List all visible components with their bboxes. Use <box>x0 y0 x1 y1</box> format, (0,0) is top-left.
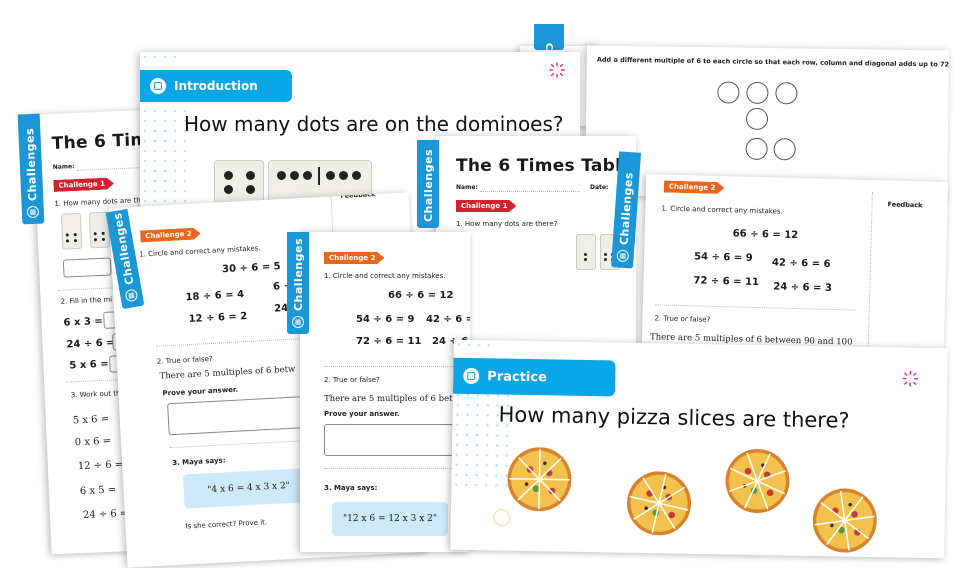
pizza-image <box>507 447 572 512</box>
domino <box>576 234 596 270</box>
maya-speech-bubble: "4 x 6 = 4 x 3 x 2" <box>183 468 315 509</box>
sparkle-icon <box>901 370 919 388</box>
calculator-icon: ▦ <box>616 249 629 262</box>
maya-speech-bubble: "12 x 6 = 12 x 3 x 2" <box>332 502 448 536</box>
worksheet-title: The 6 Times Table <box>456 156 633 176</box>
calculator-icon: ▦ <box>124 288 138 302</box>
challenges-tab-label: Challenges <box>292 238 305 311</box>
challenge2-ribbon: Challenge 2 <box>140 227 201 242</box>
slide-question: How many pizza slices are there? <box>498 402 849 432</box>
answer-circle[interactable] <box>746 82 768 104</box>
challenges-tab-label: Challenges <box>617 172 635 246</box>
question-1: 1. Circle and correct any mistakes. <box>661 204 783 215</box>
name-label: Name: <box>456 184 478 191</box>
decor-circle-outline <box>493 508 511 526</box>
challenges-tab: Challenges ▦ <box>287 232 309 334</box>
question-2: 2. True or false? <box>654 314 710 323</box>
challenges-tab-partial: C <box>534 24 564 50</box>
equation[interactable]: 54 ÷ 6 = 9 <box>356 314 415 325</box>
equation[interactable]: 66 ÷ 6 = 12 <box>733 228 799 241</box>
challenges-tab-label: Challenges <box>23 128 39 202</box>
fill-equation: 24 ÷ 6 = <box>66 337 115 350</box>
equation[interactable]: 42 ÷ 6 = 6 <box>772 257 831 270</box>
worksheet-challenge2-b: Challenge 2 1. Circle and correct any mi… <box>300 232 470 552</box>
question-2: 2. True or false? <box>324 376 380 384</box>
work-equation: 12 ÷ 6 = <box>78 459 124 472</box>
equation[interactable]: 66 ÷ 6 = 12 <box>388 290 453 301</box>
practice-banner: Practice <box>453 358 616 397</box>
challenge2-ribbon: Challenge 2 <box>324 252 384 264</box>
challenges-tab: Challenges <box>417 140 439 228</box>
divider <box>324 366 470 367</box>
question-2: 2. True or false? <box>157 355 213 366</box>
fill-equation: 6 x 3 = <box>63 316 103 329</box>
domino <box>61 213 83 250</box>
dot-pattern <box>454 340 494 353</box>
question-1: 1. Circle and correct any mistakes. <box>139 244 261 258</box>
answer-circle[interactable] <box>746 108 768 130</box>
equation[interactable]: 24 ÷ 6 = 3 <box>773 281 832 294</box>
question-1: 1. How many dots are there? <box>456 220 557 228</box>
challenges-tab: Challenges ▦ <box>18 114 45 225</box>
answer-box[interactable] <box>167 396 310 435</box>
calculator-icon <box>150 78 166 94</box>
banner-label: Introduction <box>174 79 258 93</box>
equation[interactable]: 54 ÷ 6 = 9 <box>694 251 753 264</box>
divider <box>655 304 855 310</box>
work-equation: 24 ÷ 6 = <box>83 508 129 521</box>
fill-equation: 5 x 6 = <box>69 359 109 372</box>
equation[interactable]: 18 ÷ 6 = 4 <box>185 289 244 303</box>
feedback-divider <box>868 192 873 352</box>
work-equation: 6 x 5 = <box>80 485 117 498</box>
work-equation: 0 x 6 = <box>75 436 112 449</box>
challenge1-ribbon: Challenge 1 <box>53 177 114 192</box>
slide-practice: Practice How many pizza slices are there… <box>450 340 948 559</box>
worksheet-challenge2-right: Challenge 2 Feedback 1. Circle and corre… <box>642 174 948 352</box>
calculator-icon: ▦ <box>292 316 304 328</box>
banner-label: Practice <box>487 369 547 385</box>
correct-prompt: Is she correct? Prove it. <box>185 518 267 530</box>
question-3: 3. Maya says: <box>172 456 226 467</box>
answer-box[interactable] <box>324 424 470 456</box>
calculator-icon: ▦ <box>27 206 40 219</box>
name-label: Name: <box>53 163 75 171</box>
instruction-text: Add a different multiple of 6 to each ci… <box>597 56 949 69</box>
name-line <box>480 191 580 192</box>
challenge2-ribbon: Challenge 2 <box>664 181 725 195</box>
pizza-image <box>725 448 790 513</box>
equation[interactable]: 30 ÷ 6 = 5 <box>222 261 281 275</box>
dot-pattern <box>140 52 180 64</box>
statement: There are 5 multiples of 6 betwee <box>324 394 470 404</box>
date-label: Date: <box>590 184 608 191</box>
question-1: 1. Circle and correct any mistakes. <box>324 272 445 280</box>
prove-label: Prove your answer. <box>324 410 400 418</box>
equation[interactable]: 42 ÷ 6 = 6 <box>426 314 470 325</box>
worksheet-title: The 6 Tim <box>51 130 149 154</box>
slide-question: How many dots are on the dominoes? <box>184 112 564 136</box>
introduction-banner: Introduction <box>140 70 292 102</box>
challenge1-ribbon: Challenge 1 <box>456 200 516 212</box>
tab-letter: C <box>544 43 555 50</box>
answer-circle[interactable] <box>717 81 739 103</box>
statement: There are 5 multiples of 6 betw <box>159 365 295 382</box>
dot-pattern <box>140 106 190 216</box>
question-2: 2. Fill in the mi <box>60 296 112 306</box>
pizza-image <box>812 488 877 553</box>
divider <box>324 468 470 469</box>
pizza-image <box>626 471 691 536</box>
question-3: 3. Maya says: <box>324 484 377 492</box>
equation[interactable]: 72 ÷ 6 = 11 <box>693 275 759 288</box>
answer-circle[interactable] <box>773 138 795 160</box>
prove-label: Prove your answer. <box>162 386 238 398</box>
challenges-tab-label: Challenges <box>422 149 435 222</box>
answer-circle[interactable] <box>775 82 797 104</box>
sparkle-icon <box>548 61 566 79</box>
answer-box[interactable] <box>63 258 112 278</box>
equation[interactable]: 12 ÷ 6 = 2 <box>188 311 247 325</box>
feedback-label: Feedback <box>887 200 922 209</box>
answer-circle[interactable] <box>745 138 767 160</box>
work-equation: 5 x 6 = <box>73 414 110 427</box>
calculator-icon <box>463 368 479 384</box>
equation[interactable]: 72 ÷ 6 = 11 <box>356 336 421 347</box>
